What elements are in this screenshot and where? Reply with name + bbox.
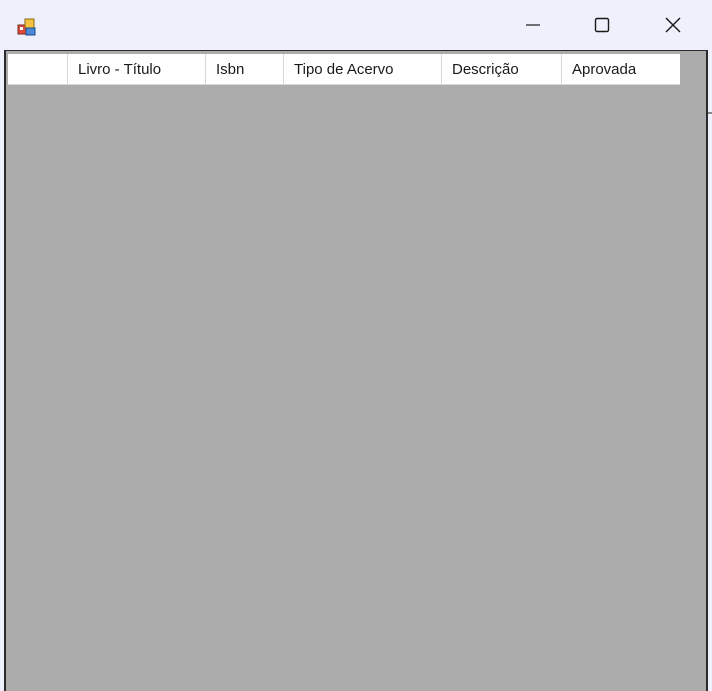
data-grid-view[interactable]: Livro - Título Isbn Tipo de Acervo Descr…	[4, 50, 708, 691]
title-bar[interactable]	[0, 0, 712, 50]
close-icon	[665, 17, 681, 33]
minimize-icon	[526, 24, 540, 26]
app-window: Livro - Título Isbn Tipo de Acervo Descr…	[0, 0, 712, 691]
column-header-aprovada[interactable]: Aprovada	[562, 54, 680, 85]
row-header-corner[interactable]	[8, 54, 68, 85]
app-icon	[17, 18, 36, 36]
minimize-button[interactable]	[498, 0, 568, 50]
column-header-livro-titulo[interactable]: Livro - Título	[68, 54, 206, 85]
column-header-descricao[interactable]: Descrição	[442, 54, 562, 85]
close-button[interactable]	[638, 0, 708, 50]
column-header-tipo-de-acervo[interactable]: Tipo de Acervo	[284, 54, 442, 85]
column-header-isbn[interactable]: Isbn	[206, 54, 284, 85]
maximize-icon	[594, 17, 610, 33]
background-window-edge	[708, 112, 712, 114]
grid-header-row: Livro - Título Isbn Tipo de Acervo Descr…	[8, 54, 680, 85]
maximize-button[interactable]	[567, 0, 637, 50]
